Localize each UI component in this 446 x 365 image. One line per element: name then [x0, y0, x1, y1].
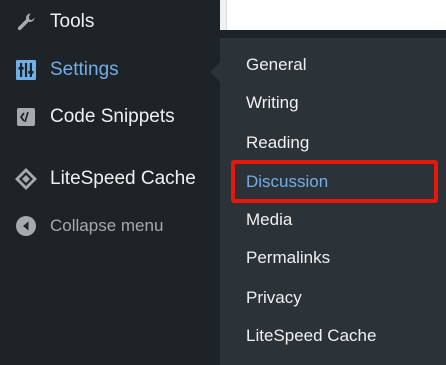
- content-panel: [226, 0, 446, 30]
- collapse-menu-label: Collapse menu: [50, 216, 164, 235]
- menu-item-tools[interactable]: Tools: [0, 0, 220, 44]
- settings-submenu: General Writing Reading Discussion Media…: [220, 38, 446, 365]
- submenu-item-permalinks[interactable]: Permalinks: [246, 248, 330, 268]
- code-snippets-icon: [14, 105, 38, 129]
- submenu-item-media[interactable]: Media: [246, 210, 292, 230]
- menu-item-litespeed-cache[interactable]: LiteSpeed Cache: [0, 157, 220, 201]
- submenu-item-writing[interactable]: Writing: [246, 93, 299, 113]
- submenu-item-reading[interactable]: Reading: [246, 133, 309, 153]
- submenu-item-discussion[interactable]: Discussion: [246, 172, 328, 192]
- admin-screen: Tools Settings Code Snippets LiteSpeed C…: [0, 0, 446, 365]
- submenu-item-litespeed-cache[interactable]: LiteSpeed Cache: [246, 326, 376, 346]
- litespeed-diamond-icon: [14, 167, 38, 191]
- menu-item-label: Settings: [50, 59, 119, 80]
- collapse-arrow-icon: [14, 214, 38, 238]
- submenu-item-general[interactable]: General: [246, 55, 306, 75]
- menu-item-label: Code Snippets: [50, 106, 175, 127]
- menu-item-settings[interactable]: Settings: [0, 48, 220, 92]
- menu-item-code-snippets[interactable]: Code Snippets: [0, 95, 220, 139]
- collapse-menu-button[interactable]: Collapse menu: [0, 204, 220, 248]
- menu-separator: [0, 140, 220, 152]
- menu-item-label: Tools: [50, 11, 95, 32]
- wrench-icon: [14, 10, 38, 34]
- submenu-item-privacy[interactable]: Privacy: [246, 288, 302, 308]
- settings-sliders-icon: [14, 58, 38, 82]
- menu-item-label: LiteSpeed Cache: [50, 168, 196, 189]
- submenu-pointer: [210, 62, 220, 82]
